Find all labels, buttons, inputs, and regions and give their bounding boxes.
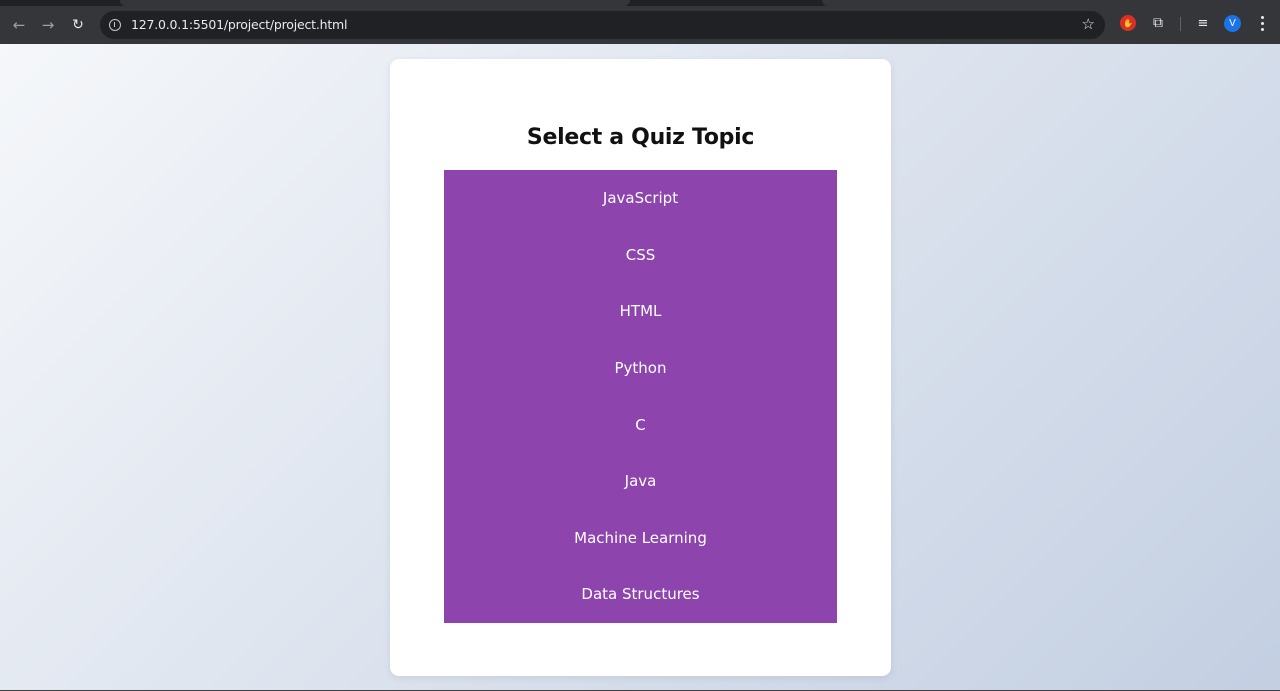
- info-icon: [109, 19, 121, 31]
- topic-item-python[interactable]: Python: [444, 340, 837, 397]
- reload-button[interactable]: ↻: [67, 14, 89, 36]
- kebab-menu-icon[interactable]: [1254, 14, 1270, 32]
- stop-hand-icon[interactable]: ✋: [1120, 15, 1136, 31]
- profile-avatar[interactable]: V: [1224, 15, 1241, 32]
- topic-item-html[interactable]: HTML: [444, 283, 837, 340]
- page-viewport: Select a Quiz Topic JavaScript CSS HTML …: [0, 44, 1280, 691]
- arrow-left-icon: ←: [12, 16, 26, 34]
- topic-item-java[interactable]: Java: [444, 453, 837, 510]
- media-queue-icon[interactable]: ≡: [1194, 14, 1212, 32]
- reload-icon: ↻: [72, 17, 84, 33]
- bookmark-star-icon[interactable]: ☆: [1082, 15, 1095, 33]
- arrow-right-icon: →: [41, 16, 55, 34]
- topic-item-machine-learning[interactable]: Machine Learning: [444, 510, 837, 567]
- browser-toolbar: ← → ↻ 127.0.0.1:5501/project/project.htm…: [0, 6, 1280, 44]
- back-button[interactable]: ←: [8, 14, 30, 36]
- address-bar[interactable]: 127.0.0.1:5501/project/project.html ☆: [100, 11, 1105, 39]
- toolbar-divider: [1180, 17, 1181, 31]
- topic-item-data-structures[interactable]: Data Structures: [444, 566, 837, 623]
- topic-item-css[interactable]: CSS: [444, 227, 837, 284]
- quiz-card: Select a Quiz Topic JavaScript CSS HTML …: [390, 59, 891, 676]
- topic-item-javascript[interactable]: JavaScript: [444, 170, 837, 227]
- page-title: Select a Quiz Topic: [526, 125, 755, 150]
- topic-item-c[interactable]: C: [444, 396, 837, 453]
- site-info-button[interactable]: [107, 17, 123, 33]
- forward-button[interactable]: →: [37, 14, 59, 36]
- url-text[interactable]: 127.0.0.1:5501/project/project.html: [131, 17, 348, 32]
- puzzle-icon[interactable]: ⧉: [1149, 14, 1167, 32]
- topic-list: JavaScript CSS HTML Python C Java Machin…: [444, 170, 837, 623]
